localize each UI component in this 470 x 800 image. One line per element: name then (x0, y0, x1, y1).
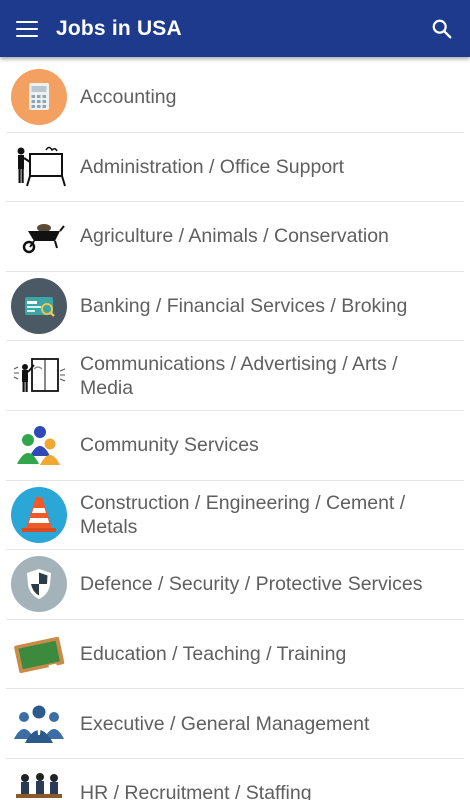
list-item-label: Banking / Financial Services / Broking (80, 295, 408, 318)
hamburger-menu-icon (16, 20, 38, 37)
list-item-label: Community Services (80, 434, 259, 457)
list-item[interactable]: Executive / General Management (6, 689, 464, 759)
list-item[interactable]: Agriculture / Animals / Conservation (6, 202, 464, 272)
menu-button[interactable] (0, 0, 54, 57)
list-item-label: Defence / Security / Protective Services (80, 573, 423, 596)
app-bar: Jobs in USA (0, 0, 470, 57)
list-item-label: Executive / General Management (80, 712, 370, 735)
people-group-icon (17, 426, 60, 466)
list-item-label: Accounting (80, 86, 177, 109)
list-item[interactable]: Administration / Office Support (6, 133, 464, 203)
list-item[interactable]: Communications / Advertising / Arts / Me… (6, 341, 464, 411)
executive-team-icon (14, 705, 64, 743)
list-item-label: HR / Recruitment / Staffing (80, 782, 312, 800)
list-item-label: Agriculture / Animals / Conservation (80, 225, 389, 248)
shield-icon (11, 556, 67, 613)
list-item-label: Administration / Office Support (80, 155, 345, 178)
list-item[interactable]: Accounting (6, 63, 464, 133)
chalkboard-icon (14, 636, 65, 674)
list-item[interactable]: Construction / Engineering / Cement / Me… (6, 481, 464, 551)
list-item[interactable]: Education / Teaching / Training (6, 620, 464, 690)
presentation-board-icon (17, 146, 66, 187)
credit-card-icon (11, 278, 67, 335)
traffic-cone-icon (11, 486, 67, 543)
list-item[interactable]: Defence / Security / Protective Services (6, 550, 464, 620)
list-item[interactable]: Banking / Financial Services / Broking (6, 272, 464, 342)
list-item-label: Communications / Advertising / Arts / Me… (80, 352, 398, 399)
wheelbarrow-icon (22, 224, 65, 254)
billboard-painter-icon (13, 357, 66, 392)
search-icon (432, 19, 452, 38)
list-item-label: Construction / Engineering / Cement / Me… (80, 491, 406, 538)
calculator-icon (11, 69, 67, 126)
list-item[interactable]: HR / Recruitment / Staffing (6, 759, 464, 800)
page-title: Jobs in USA (56, 16, 182, 40)
list-item[interactable]: Community Services (6, 411, 464, 481)
interview-icon (16, 773, 62, 799)
search-button[interactable] (414, 0, 470, 57)
category-list: Accounting Administration / Office Suppo… (0, 63, 470, 800)
list-item-label: Education / Teaching / Training (80, 643, 347, 666)
